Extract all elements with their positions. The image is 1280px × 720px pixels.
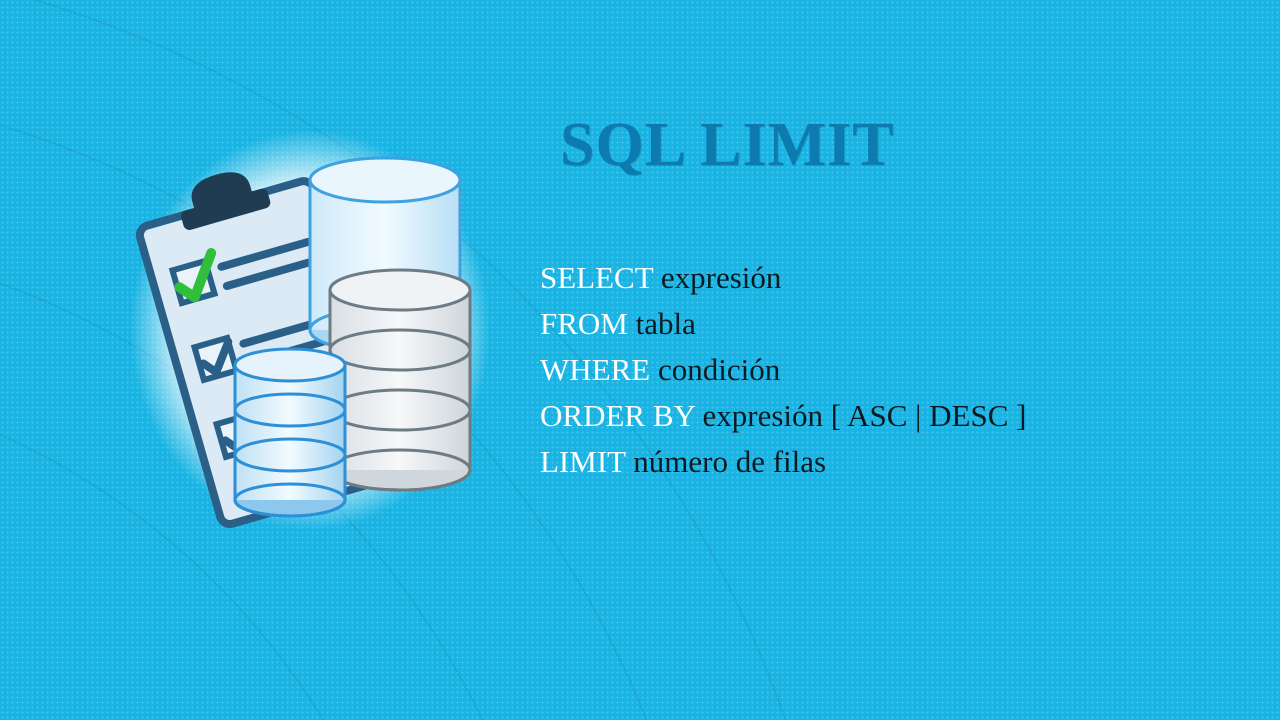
sql-text: condición — [650, 352, 780, 387]
sql-text: expresión [ ASC | DESC ] — [695, 398, 1027, 433]
sql-line: FROM tabla — [540, 301, 1026, 347]
sql-line: ORDER BY expresión [ ASC | DESC ] — [540, 393, 1026, 439]
sql-text: número de filas — [626, 444, 827, 479]
slide-title: SQL LIMIT — [560, 110, 895, 181]
sql-text: expresión — [653, 260, 781, 295]
sql-keyword: LIMIT — [540, 444, 626, 479]
database-checklist-illustration — [120, 120, 500, 540]
sql-line: SELECT expresión — [540, 255, 1026, 301]
sql-text: tabla — [628, 306, 696, 341]
slide: SQL LIMIT SELECT expresión FROM tabla WH… — [0, 0, 1280, 720]
sql-keyword: SELECT — [540, 260, 653, 295]
sql-syntax-block: SELECT expresión FROM tabla WHERE condic… — [540, 255, 1026, 484]
sql-line: WHERE condición — [540, 347, 1026, 393]
sql-keyword: ORDER BY — [540, 398, 695, 433]
sql-keyword: FROM — [540, 306, 628, 341]
sql-line: LIMIT número de filas — [540, 439, 1026, 485]
database-checklist-icon — [120, 120, 500, 540]
sql-keyword: WHERE — [540, 352, 650, 387]
